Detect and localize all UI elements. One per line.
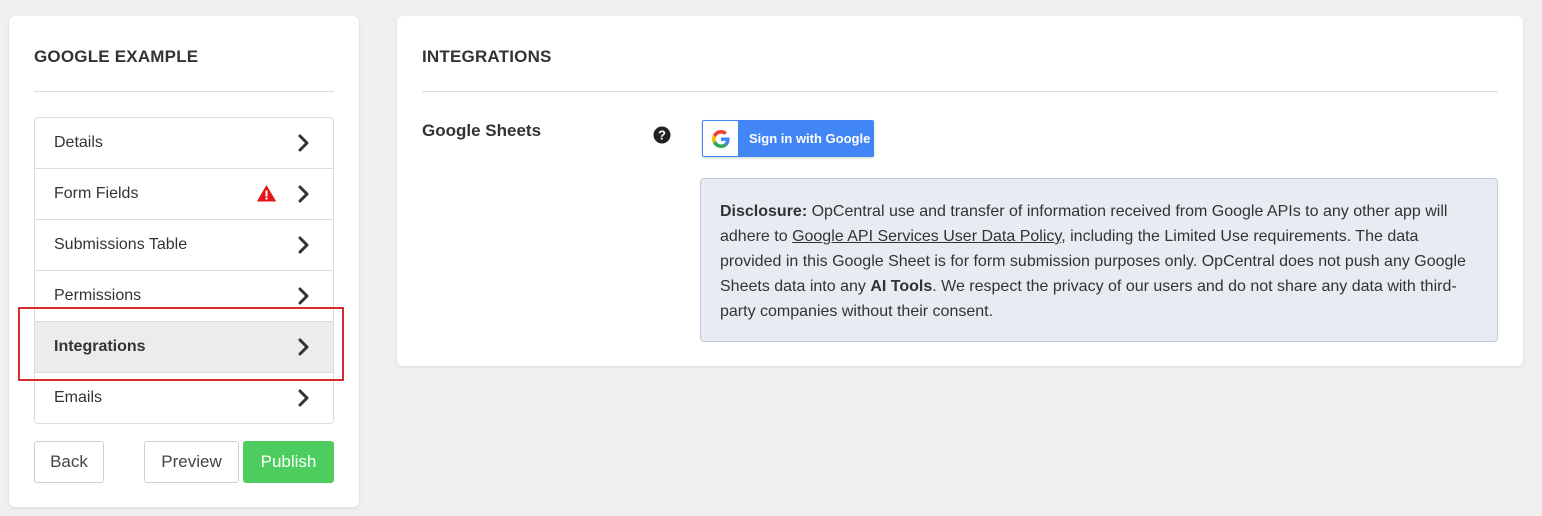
chevron-right-icon — [298, 134, 309, 152]
disclosure-notice: Disclosure: OpCentral use and transfer o… — [700, 178, 1498, 342]
nav-item-label: Permissions — [54, 287, 142, 304]
nav-item-label: Form Fields — [54, 185, 139, 202]
integrations-panel: INTEGRATIONS Google Sheets ? Sign in wit… — [397, 16, 1523, 366]
google-logo-container — [703, 121, 738, 156]
question-circle-icon[interactable]: ? — [653, 126, 671, 144]
divider — [422, 91, 1498, 92]
chevron-right-icon — [298, 185, 309, 203]
nav-item-submissions-table[interactable]: Submissions Table — [35, 220, 333, 271]
nav-item-label: Integrations — [54, 338, 146, 355]
nav-item-emails[interactable]: Emails — [35, 373, 333, 423]
chevron-right-icon — [298, 287, 309, 305]
chevron-right-icon — [298, 389, 309, 407]
preview-button[interactable]: Preview — [144, 441, 239, 483]
nav-item-integrations[interactable]: Integrations — [35, 322, 333, 373]
publish-button[interactable]: Publish — [243, 441, 334, 483]
nav-item-details[interactable]: Details — [35, 118, 333, 169]
nav-item-label: Details — [54, 134, 103, 151]
data-policy-link[interactable]: Google API Services User Data Policy — [792, 228, 1061, 245]
google-sheets-label: Google Sheets — [422, 121, 542, 140]
back-button[interactable]: Back — [34, 441, 104, 483]
settings-nav: Details Form Fields Submissions Table Pe… — [34, 117, 334, 424]
svg-text:?: ? — [658, 128, 666, 143]
google-g-icon — [711, 129, 730, 148]
google-signin-label: Sign in with Google — [749, 131, 871, 146]
nav-item-form-fields[interactable]: Form Fields — [35, 169, 333, 220]
chevron-right-icon — [298, 338, 309, 356]
chevron-right-icon — [298, 236, 309, 254]
divider — [34, 91, 334, 92]
integrations-title: INTEGRATIONS — [422, 47, 552, 66]
nav-item-permissions[interactable]: Permissions — [35, 271, 333, 322]
sign-in-with-google-button[interactable]: Sign in with Google — [702, 120, 874, 157]
form-settings-panel: GOOGLE EXAMPLE Details Form Fields Submi… — [9, 16, 359, 507]
nav-item-label: Emails — [54, 389, 103, 406]
warning-icon — [257, 185, 276, 202]
ai-tools-text: AI Tools — [870, 278, 933, 295]
nav-item-label: Submissions Table — [54, 236, 188, 253]
form-title: GOOGLE EXAMPLE — [34, 47, 199, 66]
disclosure-lead: Disclosure: — [720, 203, 808, 220]
